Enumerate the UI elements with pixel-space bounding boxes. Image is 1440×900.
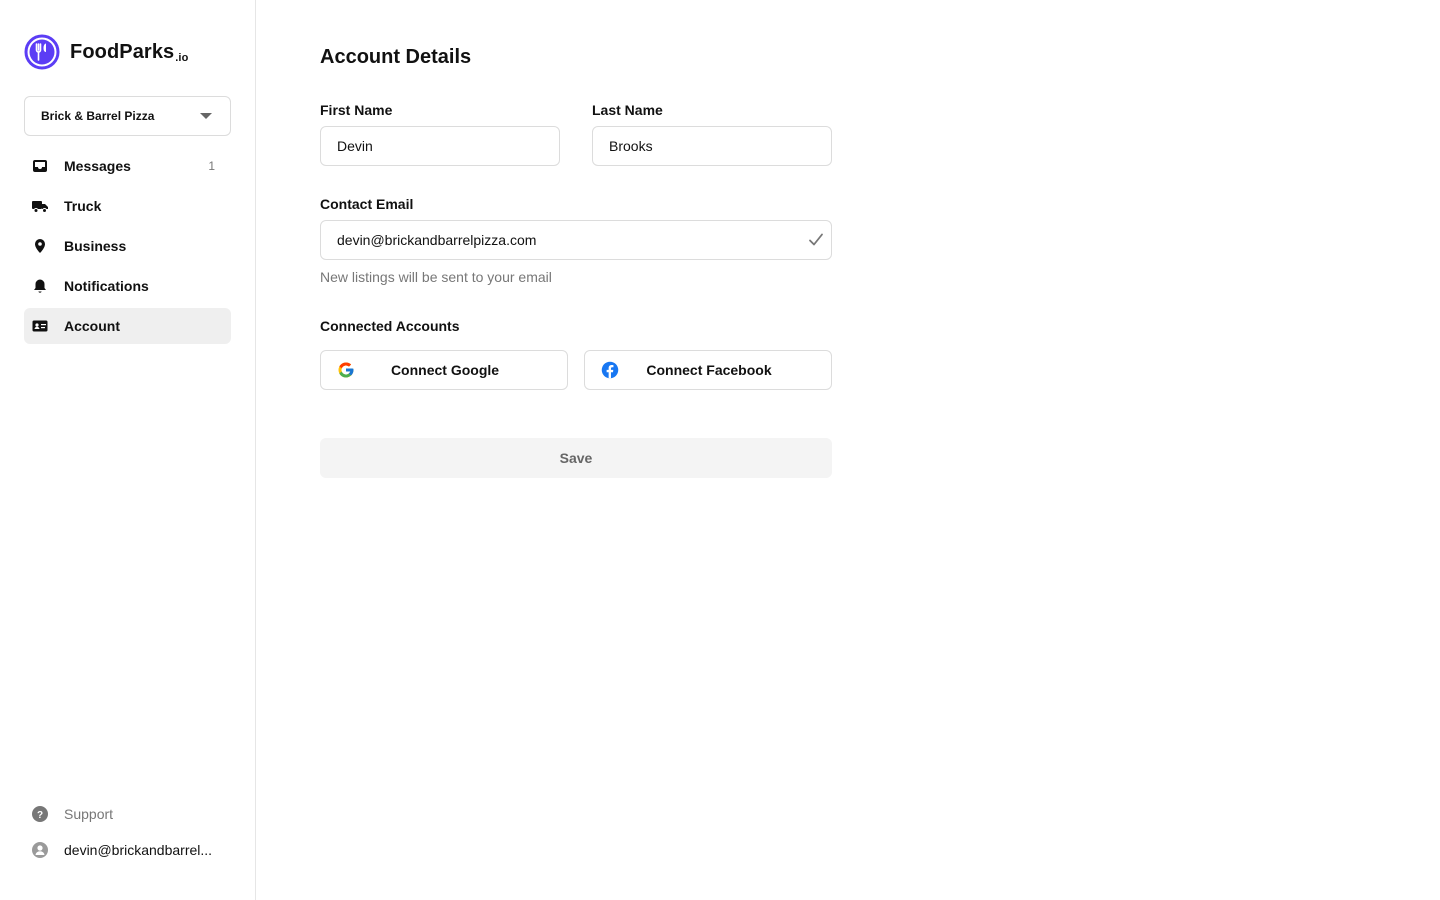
email-group: Contact Email New listings will be sent … xyxy=(320,196,832,285)
sidebar-bottom: ? Support devin@brickandbarrel... xyxy=(24,796,231,868)
chevron-down-icon xyxy=(200,113,212,119)
connected-accounts: Connected Accounts Connect Google Connec… xyxy=(320,318,832,390)
first-name-label: First Name xyxy=(320,102,393,118)
email-label: Contact Email xyxy=(320,196,414,212)
last-name-input[interactable] xyxy=(592,126,832,166)
support-label: Support xyxy=(64,806,114,822)
bell-icon xyxy=(32,278,48,294)
last-name-group: Last Name xyxy=(592,102,832,166)
fork-knife-logo-icon xyxy=(24,34,60,70)
connect-google-button[interactable]: Connect Google xyxy=(320,350,568,390)
help-icon: ? xyxy=(32,806,48,822)
connected-accounts-label: Connected Accounts xyxy=(320,318,460,334)
svg-text:?: ? xyxy=(37,810,43,821)
sidebar-item-messages[interactable]: Messages 1 xyxy=(24,148,231,184)
user-avatar-icon xyxy=(32,842,48,858)
connect-facebook-button[interactable]: Connect Facebook xyxy=(584,350,832,390)
sidebar-item-label: Notifications xyxy=(64,278,149,294)
sidebar-item-notifications[interactable]: Notifications xyxy=(24,268,231,304)
first-name-group: First Name xyxy=(320,102,560,166)
user-menu[interactable]: devin@brickandbarrel... xyxy=(24,832,231,868)
sidebar: FoodParks.io Brick & Barrel Pizza Messag… xyxy=(0,0,256,900)
facebook-icon xyxy=(601,361,619,379)
first-name-input[interactable] xyxy=(320,126,560,166)
brand-name: FoodParks.io xyxy=(70,40,189,64)
sidebar-item-account[interactable]: Account xyxy=(24,308,231,344)
business-select-value: Brick & Barrel Pizza xyxy=(41,109,155,123)
connect-buttons: Connect Google Connect Facebook xyxy=(320,350,832,390)
sidebar-item-label: Truck xyxy=(64,198,102,214)
user-email-label: devin@brickandbarrel... xyxy=(64,842,213,858)
email-field-wrap xyxy=(320,220,832,260)
connect-facebook-label: Connect Facebook xyxy=(646,362,772,378)
brand-suffix: .io xyxy=(175,51,189,64)
support-link[interactable]: ? Support xyxy=(24,796,231,832)
check-icon xyxy=(809,233,823,246)
save-button[interactable]: Save xyxy=(320,438,832,478)
last-name-label: Last Name xyxy=(592,102,663,118)
truck-icon xyxy=(32,198,48,214)
sidebar-nav: Messages 1 Truck Business Notifications xyxy=(24,148,231,348)
messages-count-badge: 1 xyxy=(208,159,215,173)
business-select[interactable]: Brick & Barrel Pizza xyxy=(24,96,231,136)
email-input[interactable] xyxy=(320,220,832,260)
id-card-icon xyxy=(32,318,48,334)
page-title: Account Details xyxy=(320,46,472,68)
connect-google-label: Connect Google xyxy=(390,362,500,378)
sidebar-item-label: Business xyxy=(64,238,127,254)
google-icon xyxy=(338,362,354,378)
sidebar-item-label: Messages xyxy=(64,158,131,174)
sidebar-item-label: Account xyxy=(64,318,120,334)
sidebar-item-truck[interactable]: Truck xyxy=(24,188,231,224)
sidebar-item-business[interactable]: Business xyxy=(24,228,231,264)
brand[interactable]: FoodParks.io xyxy=(24,34,188,70)
location-pin-icon xyxy=(32,238,48,254)
inbox-icon xyxy=(32,158,48,174)
email-help-text: New listings will be sent to your email xyxy=(320,269,552,285)
